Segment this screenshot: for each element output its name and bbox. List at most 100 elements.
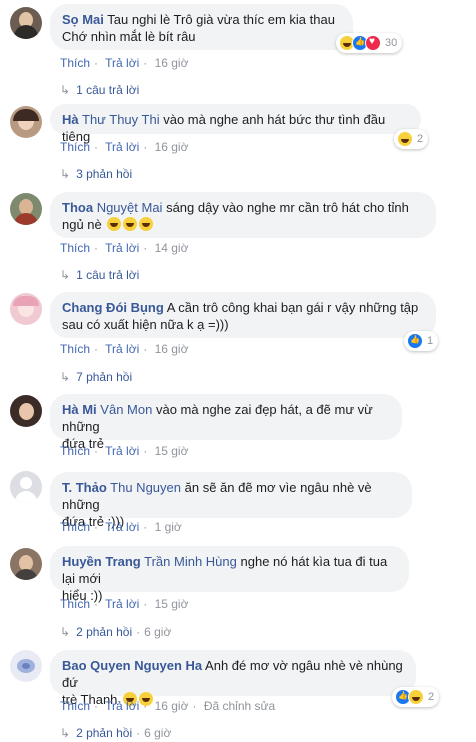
comment-time[interactable]: 16 giờ	[155, 699, 189, 713]
comment-bubble: Huyền Trang Trần Minh Hùng nghe nó hát k…	[50, 546, 409, 603]
reply-arrow-icon: ↳	[60, 625, 71, 639]
avatar[interactable]	[10, 193, 42, 225]
avatar[interactable]	[10, 106, 42, 138]
view-replies-link[interactable]: ↳ 2 phản hồi · 6 giờ	[60, 726, 171, 740]
avatar[interactable]	[10, 7, 42, 39]
reaction-summary[interactable]: 30	[336, 33, 403, 53]
reaction-summary[interactable]: 1	[404, 331, 439, 351]
comment-time[interactable]: 14 giờ	[155, 241, 189, 255]
reply-button[interactable]: Trả lời	[105, 140, 139, 154]
tagged-user[interactable]: Thu Nguyen	[110, 480, 181, 495]
comment-text: Tau nghi lè Trô già vừa thíc em kia thau	[107, 12, 335, 27]
comment-text: ngủ nè	[62, 217, 102, 232]
replies-count[interactable]: 1 câu trả lời	[76, 83, 139, 97]
comment-bubble: Thoa Nguyệt Mai sáng dậy vào nghe mr cần…	[50, 192, 436, 238]
tagged-user[interactable]: Thư Thuy Thi	[82, 112, 160, 127]
like-button[interactable]: Thích	[60, 56, 90, 70]
reply-button[interactable]: Trả lời	[105, 241, 139, 255]
replies-count[interactable]: 1 câu trả lời	[76, 268, 139, 282]
replies-count[interactable]: 7 phản hồi	[76, 370, 132, 384]
like-button[interactable]: Thích	[60, 520, 90, 534]
comment-actions: Thích · Trả lời · 15 giờ	[60, 444, 189, 458]
reaction-count: 1	[427, 335, 434, 347]
view-replies-link[interactable]: ↳ 1 câu trả lời	[60, 268, 139, 282]
reply-arrow-icon: ↳	[60, 268, 71, 282]
replies-count[interactable]: 3 phản hồi	[76, 167, 132, 181]
comment-author[interactable]: Bao Quyen Nguyen Ha	[62, 658, 202, 673]
reply-button[interactable]: Trả lời	[105, 56, 139, 70]
comment-time[interactable]: 1 giờ	[155, 520, 182, 534]
view-replies-link[interactable]: ↳ 2 phản hồi · 6 giờ	[60, 625, 171, 639]
replies-count[interactable]: 2 phản hồi	[76, 726, 132, 740]
reaction-count: 30	[385, 37, 398, 49]
view-replies-link[interactable]: ↳ 3 phản hồi	[60, 167, 132, 181]
comment-time[interactable]: 15 giờ	[155, 444, 189, 458]
comment-author[interactable]: Hà Mi	[62, 402, 97, 417]
comment-text: sáng dậy vào nghe mr cần trô hát cho tỉn…	[166, 200, 409, 215]
reply-button[interactable]: Trả lời	[105, 520, 139, 534]
love-icon	[365, 35, 381, 51]
comment-time[interactable]: 16 giờ	[155, 56, 189, 70]
reply-arrow-icon: ↳	[60, 167, 71, 181]
comment-actions: Thích · Trả lời · 14 giờ	[60, 241, 189, 255]
reply-button[interactable]: Trả lời	[105, 342, 139, 356]
replies-time: 6 giờ	[144, 625, 172, 639]
like-button[interactable]: Thích	[60, 597, 90, 611]
like-button[interactable]: Thích	[60, 342, 90, 356]
comment-actions: Thích · Trả lời · 1 giờ	[60, 520, 182, 534]
comment-author[interactable]: Sọ Mai	[62, 12, 104, 27]
reaction-summary[interactable]: 2	[394, 129, 429, 149]
tagged-user[interactable]: Nguyệt Mai	[97, 200, 163, 215]
tagged-user[interactable]: Vân Mon	[100, 402, 152, 417]
rofl-emoji-icon	[107, 217, 122, 231]
comment-time[interactable]: 15 giờ	[155, 597, 189, 611]
comment-text: Chớ nhìn mắt lè bít râu	[62, 29, 196, 44]
comment-bubble: Hà Mi Vân Mon vào mà nghe zai đẹp hát, a…	[50, 394, 402, 451]
comment-text: A cần trô công khai bạn gái r vậy những …	[166, 300, 419, 315]
edited-label[interactable]: Đã chỉnh sửa	[204, 699, 275, 713]
reply-button[interactable]: Trả lời	[105, 597, 139, 611]
tagged-user[interactable]: Trần Minh Hùng	[144, 554, 237, 569]
comment-text: sau có xuất hiện nữa k ạ =)))	[62, 317, 229, 332]
view-replies-link[interactable]: ↳ 1 câu trả lời	[60, 83, 139, 97]
reaction-count: 2	[428, 691, 435, 703]
comment-bubble: Bao Quyen Nguyen Ha Anh đé mơ vờ ngâu nh…	[50, 650, 416, 707]
comment-actions: Thích · Trả lời · 16 giờ · Đã chỉnh sửa	[60, 699, 276, 713]
comment-author[interactable]: Huyền Trang	[62, 554, 141, 569]
like-button[interactable]: Thích	[60, 241, 90, 255]
like-button[interactable]: Thích	[60, 699, 90, 713]
like-button[interactable]: Thích	[60, 444, 90, 458]
comment-author[interactable]: Hà	[62, 112, 79, 127]
like-icon	[407, 333, 423, 349]
avatar[interactable]	[10, 650, 42, 682]
like-button[interactable]: Thích	[60, 140, 90, 154]
comment-author[interactable]: T. Thảo	[62, 480, 107, 495]
reply-button[interactable]: Trả lời	[105, 699, 139, 713]
reaction-summary[interactable]: 2	[392, 687, 440, 707]
haha-icon	[408, 689, 424, 705]
comment-bubble: T. Thảo Thu Nguyen ăn sẽ ăn đẽ mơ vìe ng…	[50, 472, 412, 529]
replies-count[interactable]: 2 phản hồi	[76, 625, 132, 639]
view-replies-link[interactable]: ↳ 7 phản hồi	[60, 370, 132, 384]
comment-actions: Thích · Trả lời · 16 giờ	[60, 342, 189, 356]
avatar[interactable]	[10, 395, 42, 427]
comment-bubble: Chang Đói Bụng A cần trô công khai bạn g…	[50, 292, 436, 338]
haha-icon	[397, 131, 413, 147]
comment-time[interactable]: 16 giờ	[155, 140, 189, 154]
avatar[interactable]	[10, 293, 42, 325]
comment-author[interactable]: Chang Đói Bụng	[62, 300, 164, 315]
comment-bubble: Hà Thư Thuy Thi vào mà nghe anh hát bức …	[50, 104, 421, 144]
reaction-count: 2	[417, 133, 424, 145]
reply-arrow-icon: ↳	[60, 370, 71, 384]
avatar[interactable]	[10, 471, 42, 503]
comment-text: ăn sẽ ăn đẽ mơ vìe ngâu nhè vè những	[62, 480, 372, 512]
comment-time[interactable]: 16 giờ	[155, 342, 189, 356]
reply-arrow-icon: ↳	[60, 726, 71, 740]
reply-button[interactable]: Trả lời	[105, 444, 139, 458]
avatar[interactable]	[10, 548, 42, 580]
reply-arrow-icon: ↳	[60, 83, 71, 97]
comment-actions: Thích · Trả lời · 16 giờ	[60, 56, 189, 70]
comment-actions: Thích · Trả lời · 15 giờ	[60, 597, 189, 611]
comment-author[interactable]: Thoa	[62, 200, 93, 215]
rofl-emoji-icon	[123, 217, 138, 231]
